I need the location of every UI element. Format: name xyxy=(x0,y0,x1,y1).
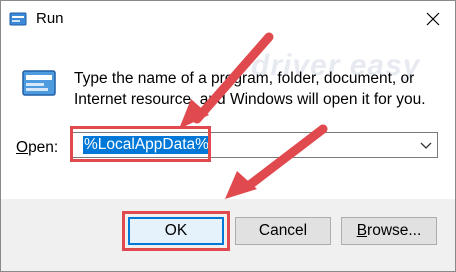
browse-accel: B xyxy=(356,222,368,239)
open-label-rest: pen: xyxy=(28,139,59,156)
input-highlight-box xyxy=(70,126,211,162)
open-label: Open: xyxy=(16,139,58,157)
dialog-description: Type the name of a program, folder, docu… xyxy=(74,70,426,108)
ok-highlight-box xyxy=(122,211,230,251)
run-dialog-window: Run driver easy Type the name of a progr… xyxy=(0,0,456,272)
title-bar: Run xyxy=(1,1,455,39)
run-program-icon xyxy=(22,70,56,96)
chevron-down-icon[interactable] xyxy=(419,139,433,151)
window-title: Run xyxy=(36,10,64,27)
cancel-button[interactable]: Cancel xyxy=(235,217,331,245)
browse-rest: rowse... xyxy=(367,222,422,239)
open-label-accel: O xyxy=(16,139,29,156)
run-icon xyxy=(9,12,27,26)
close-icon xyxy=(426,12,440,26)
close-button[interactable] xyxy=(411,1,455,37)
browse-button[interactable]: Browse... xyxy=(341,217,437,245)
